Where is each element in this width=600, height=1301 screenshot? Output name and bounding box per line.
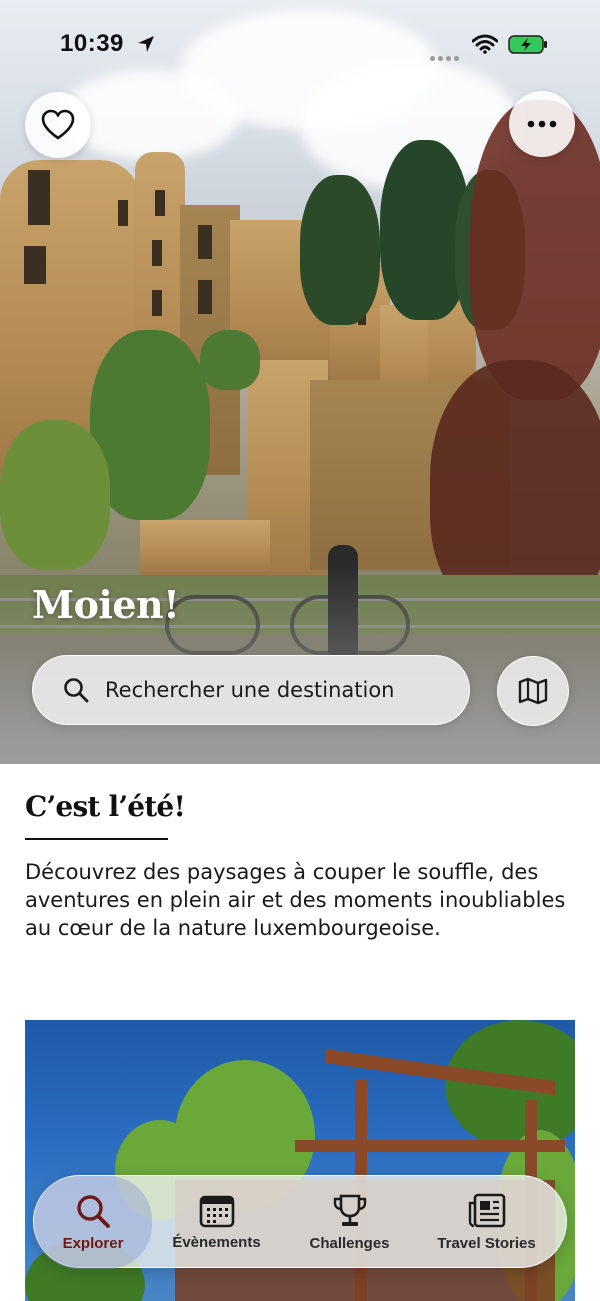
tab-label: Travel Stories — [437, 1235, 536, 1252]
ellipsis-icon — [527, 120, 557, 128]
tab-label: Challenges — [309, 1235, 390, 1252]
search-icon — [64, 678, 89, 703]
status-time: 10:39 — [60, 30, 124, 57]
search-icon — [77, 1195, 110, 1228]
hero-greeting: Moien! — [32, 582, 180, 627]
tab-explorer[interactable]: Explorer — [34, 1176, 152, 1269]
map-icon — [518, 677, 548, 705]
search-placeholder: Rechercher une destination — [105, 678, 395, 702]
tab-label: Évènements — [172, 1234, 261, 1251]
favorite-button[interactable] — [25, 92, 91, 158]
tab-label: Explorer — [62, 1235, 124, 1252]
calendar-icon — [199, 1195, 234, 1228]
tab-travel-stories[interactable]: Travel Stories — [429, 1176, 544, 1269]
tab-evenements[interactable]: Évènements — [159, 1176, 274, 1269]
more-options-button[interactable] — [509, 91, 575, 157]
search-bar[interactable]: Rechercher une destination — [32, 655, 470, 725]
map-button[interactable] — [497, 656, 569, 726]
tab-challenges[interactable]: Challenges — [292, 1176, 407, 1269]
trophy-icon — [333, 1194, 366, 1226]
newspaper-icon — [468, 1193, 505, 1228]
cellular-signal-icon — [430, 46, 462, 65]
location-arrow-icon — [138, 36, 154, 52]
heart-icon — [41, 109, 75, 140]
section-description: Découvrez des paysages à couper le souff… — [25, 860, 566, 940]
battery-charging-icon — [508, 35, 547, 54]
bottom-tab-bar: Explorer Évènements Challenges Travel St… — [33, 1175, 567, 1269]
wifi-icon — [472, 34, 498, 54]
section-title: C’est l’été! — [25, 790, 186, 823]
title-underline — [25, 838, 168, 840]
